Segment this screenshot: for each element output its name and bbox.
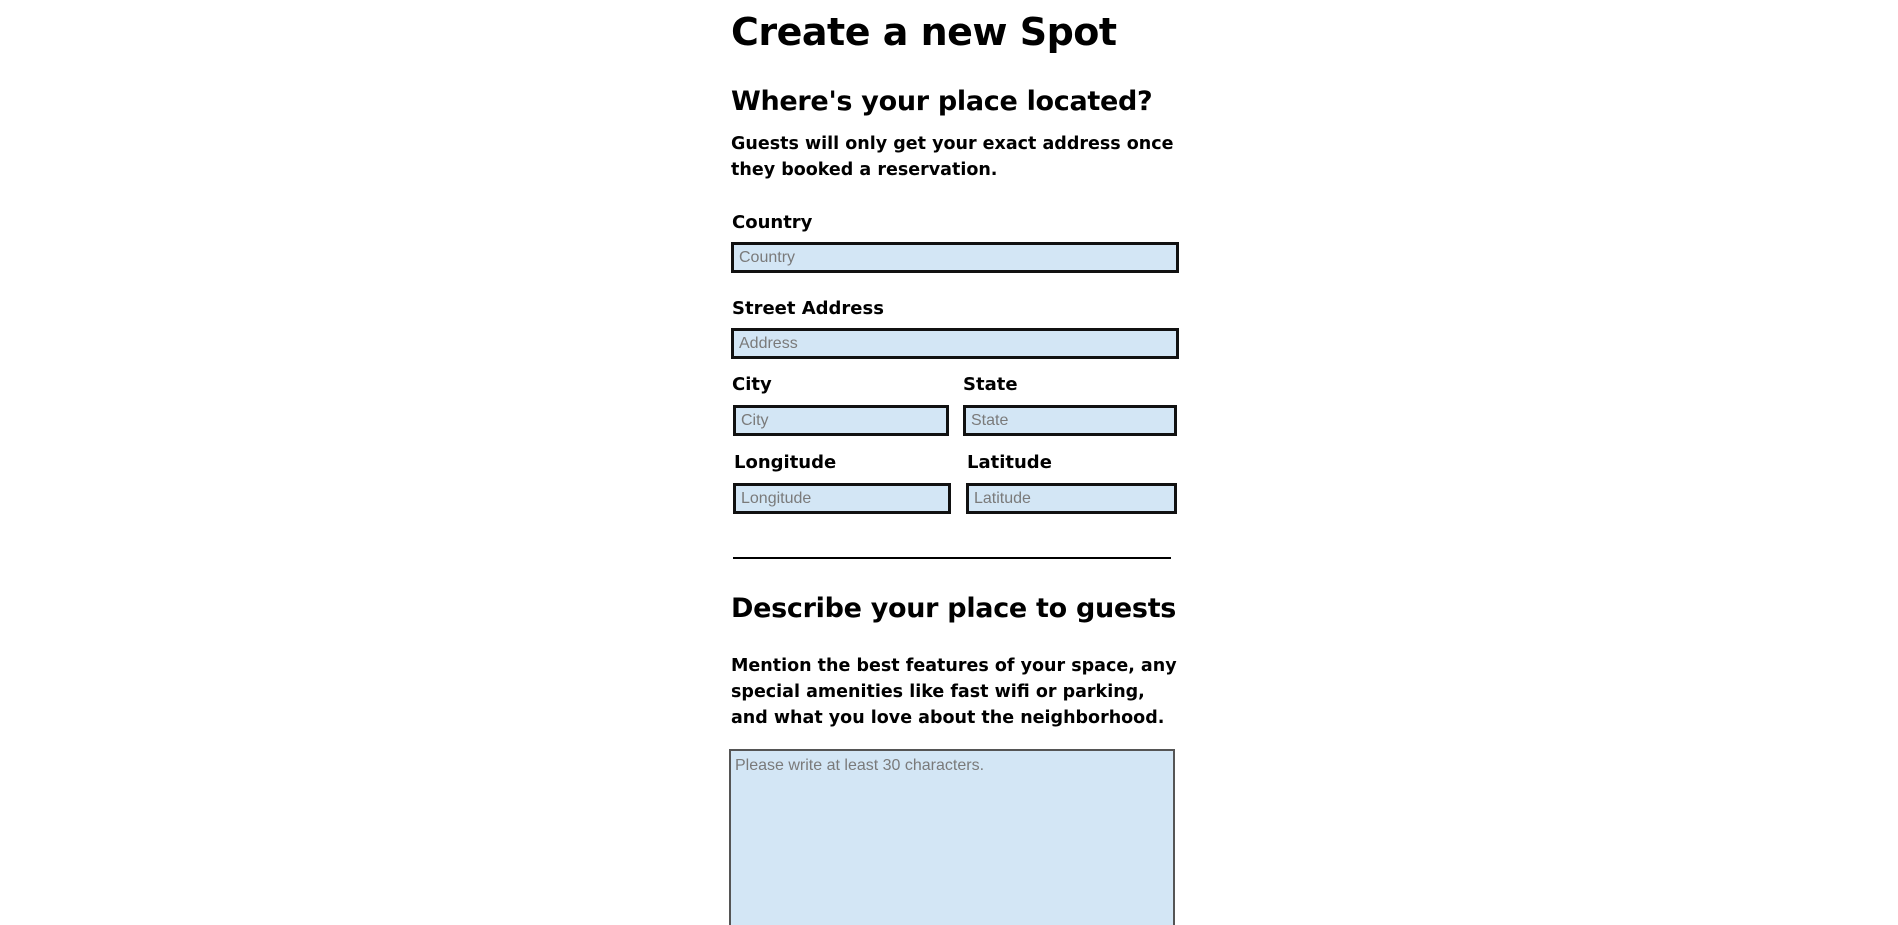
location-heading: Where's your place located?: [731, 86, 1153, 117]
description-heading: Describe your place to guests: [731, 593, 1177, 624]
country-input[interactable]: [731, 242, 1179, 273]
latitude-input[interactable]: [966, 483, 1177, 514]
street-address-input[interactable]: [731, 328, 1179, 359]
longitude-input[interactable]: [733, 483, 951, 514]
country-label: Country: [732, 212, 813, 233]
location-note: Guests will only get your exact address …: [731, 134, 1174, 180]
latitude-label: Latitude: [967, 452, 1052, 473]
state-input[interactable]: [963, 405, 1177, 436]
page-title: Create a new Spot: [731, 10, 1117, 54]
street-address-label: Street Address: [732, 298, 884, 319]
description-textarea[interactable]: [729, 749, 1175, 925]
longitude-label: Longitude: [734, 452, 837, 473]
city-input[interactable]: [733, 405, 949, 436]
state-label: State: [963, 374, 1018, 395]
description-note: Mention the best features of your space,…: [731, 656, 1177, 728]
section-divider: [733, 557, 1171, 559]
city-label: City: [732, 374, 772, 395]
